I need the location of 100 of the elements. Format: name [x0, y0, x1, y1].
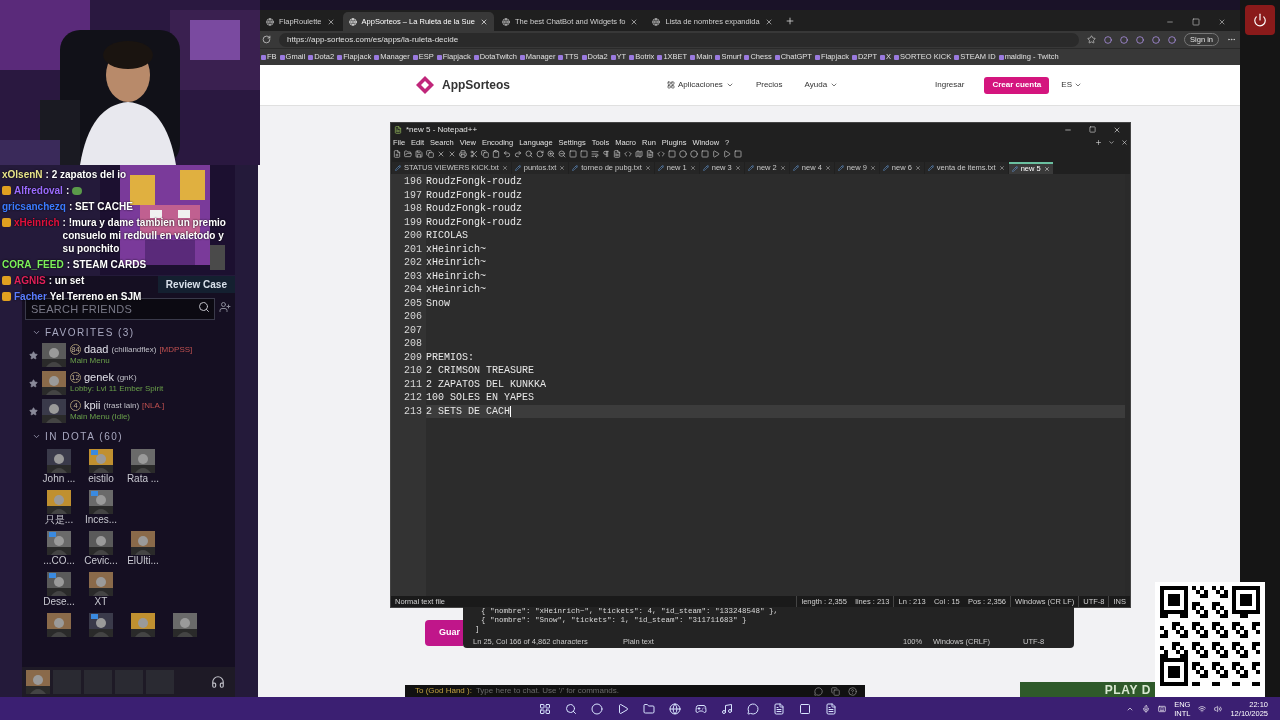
code-line: RoudzFongk-roudz	[426, 215, 522, 229]
toolbar-icon[interactable]	[602, 150, 610, 158]
nav-link[interactable]: Ayuda	[804, 79, 839, 91]
review-case-button[interactable]: Review Case	[157, 276, 235, 293]
close-icon[interactable]	[559, 165, 566, 171]
taskbar-icon[interactable]	[825, 702, 838, 715]
toolbar-icon[interactable]	[437, 150, 445, 158]
toolbar-icon[interactable]	[514, 150, 522, 158]
toolbar-icon[interactable]	[415, 150, 423, 158]
taskbar-icon[interactable]	[721, 702, 734, 715]
close-icon[interactable]	[689, 165, 696, 171]
close-icon[interactable]	[824, 165, 831, 171]
taskbar-icon[interactable]	[695, 702, 708, 715]
close-icon[interactable]	[779, 165, 786, 171]
chat-target: To (God Hand ):	[405, 685, 476, 697]
toolbar-icon[interactable]	[459, 150, 467, 158]
volume-icon[interactable]	[1214, 704, 1223, 713]
headset-icon[interactable]	[211, 675, 225, 689]
close-icon[interactable]	[479, 17, 488, 26]
pencil-icon	[702, 165, 709, 171]
address-bar[interactable]: https://app-sorteos.com/es/apps/la-ruleta-decide	[279, 32, 1080, 47]
toolbar-icon[interactable]	[558, 150, 566, 158]
maximize-icon[interactable]	[1192, 18, 1200, 26]
close-icon[interactable]	[764, 17, 773, 26]
toolbar-icon[interactable]	[624, 150, 632, 158]
close-icon[interactable]	[644, 165, 651, 171]
toolbar-icon[interactable]	[657, 150, 665, 158]
toolbar-icon[interactable]	[635, 150, 643, 158]
close-icon[interactable]	[734, 165, 741, 171]
taskbar-icon[interactable]	[643, 702, 656, 715]
toolbar-icon[interactable]	[591, 150, 599, 158]
toolbar-icon[interactable]	[470, 150, 478, 158]
keyboard-icon[interactable]	[1158, 704, 1167, 713]
taskbar-icon[interactable]	[617, 702, 630, 715]
toolbar-icon[interactable]	[646, 150, 654, 158]
toolbar-icon[interactable]	[404, 150, 412, 158]
copy-icon[interactable]	[831, 686, 840, 696]
toolbar-icon[interactable]	[525, 150, 533, 158]
minimize-icon[interactable]	[1064, 126, 1072, 134]
pencil-icon	[927, 165, 934, 171]
toolbar-icon[interactable]	[613, 150, 621, 158]
microphone-icon[interactable]	[1142, 704, 1151, 713]
favicon-icon	[657, 54, 663, 60]
close-icon[interactable]	[998, 165, 1005, 171]
close-icon[interactable]	[1121, 139, 1128, 146]
toolbar-icon[interactable]	[426, 150, 434, 158]
toolbar-icon[interactable]	[547, 150, 555, 158]
toolbar-icon[interactable]	[536, 150, 544, 158]
reload-icon[interactable]	[262, 35, 271, 44]
toolbar-icon[interactable]	[393, 150, 401, 158]
toolbar-icon[interactable]	[481, 150, 489, 158]
close-icon[interactable]	[501, 165, 508, 171]
add-icon[interactable]	[1095, 139, 1102, 146]
friend-nickname: (gnK)	[117, 372, 137, 383]
favicon-icon	[880, 54, 886, 60]
caret-icon[interactable]	[32, 432, 41, 441]
new-tab-icon[interactable]	[784, 16, 795, 26]
favicon-icon	[412, 54, 418, 60]
taskbar-icon[interactable]	[773, 702, 786, 715]
play-button[interactable]: PLAY D	[1020, 682, 1155, 697]
help-icon[interactable]	[848, 686, 857, 696]
taskbar-icon[interactable]	[565, 702, 578, 715]
close-icon[interactable]	[914, 165, 921, 171]
pencil-icon	[514, 165, 521, 171]
text-cursor	[510, 405, 511, 417]
login-link[interactable]: Ingresar	[935, 79, 965, 91]
favorite-icon[interactable]	[1087, 35, 1097, 44]
network-icon[interactable]	[1198, 704, 1207, 713]
close-icon[interactable]	[869, 165, 876, 171]
chat-message: : SET CACHE	[68, 200, 133, 213]
power-icon[interactable]	[1253, 13, 1267, 27]
line-number: 213	[404, 404, 422, 418]
favicon-icon	[894, 54, 900, 60]
pencil-icon	[1011, 166, 1018, 172]
signup-button[interactable]: Crear cuenta	[984, 76, 1050, 94]
emoji-icon[interactable]	[814, 686, 823, 696]
nav-link[interactable]: Aplicaciones	[666, 79, 734, 91]
chat-input[interactable]: Type here to chat. Use '/' for commands.	[475, 685, 810, 697]
save-button[interactable]: Guar	[425, 620, 463, 646]
toolbar-icon[interactable]	[503, 150, 511, 158]
caret-icon[interactable]	[1108, 139, 1115, 146]
taskbar-icon[interactable]	[591, 702, 604, 715]
caret-icon[interactable]	[32, 328, 41, 337]
taskbar-icon[interactable]	[799, 702, 812, 715]
taskbar-icon[interactable]	[669, 702, 682, 715]
taskbar-icon[interactable]	[747, 702, 760, 715]
language-select[interactable]: ES	[1061, 79, 1082, 91]
close-icon[interactable]	[326, 17, 335, 26]
add-friend-icon[interactable]	[219, 301, 231, 313]
nav-link[interactable]: Precios	[755, 79, 783, 91]
close-icon[interactable]	[1218, 18, 1226, 26]
toolbar-icon[interactable]	[448, 150, 456, 158]
maximize-icon[interactable]	[1089, 126, 1096, 133]
pencil-icon	[747, 165, 754, 171]
more-icon[interactable]	[1227, 35, 1236, 44]
close-icon[interactable]	[1113, 126, 1121, 134]
close-icon[interactable]	[630, 17, 639, 26]
friend-nickname: (chillandflex)	[111, 344, 157, 355]
toolbar-icon[interactable]	[492, 150, 500, 158]
taskbar-icon[interactable]	[539, 702, 552, 715]
